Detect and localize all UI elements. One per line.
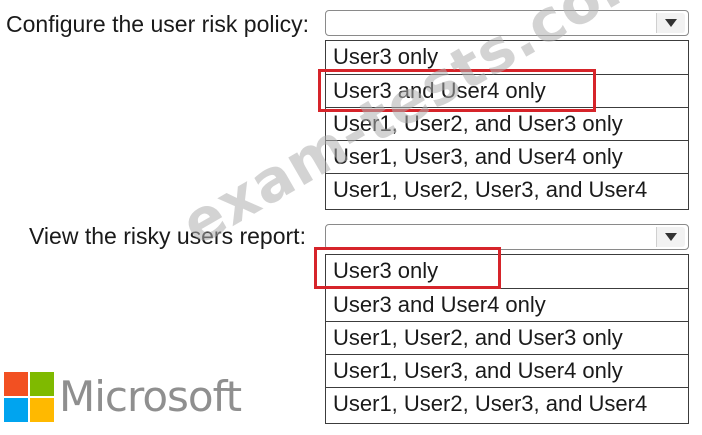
question-1-option-5[interactable]: User1, User2, User3, and User4: [326, 173, 688, 206]
logo-square-blue: [4, 398, 28, 422]
question-2-dropdown[interactable]: [325, 224, 689, 250]
microsoft-wordmark: Microsoft: [59, 372, 242, 421]
question-1-option-2[interactable]: User3 and User4 only: [326, 74, 688, 107]
question-2-label: View the risky users report:: [29, 223, 306, 249]
question-2-option-3[interactable]: User1, User2, and User3 only: [326, 321, 688, 354]
chevron-down-icon[interactable]: [656, 13, 685, 33]
logo-square-yellow: [30, 398, 54, 422]
question-2-option-2[interactable]: User3 and User4 only: [326, 288, 688, 321]
question-1-option-1[interactable]: User3 only: [326, 41, 688, 74]
logo-square-red: [4, 372, 28, 396]
question-2-option-1[interactable]: User3 only: [326, 255, 688, 288]
logo-square-green: [30, 372, 54, 396]
question-2-option-5[interactable]: User1, User2, User3, and User4: [326, 387, 688, 420]
question-1-option-3[interactable]: User1, User2, and User3 only: [326, 107, 688, 140]
question-2-option-4[interactable]: User1, User3, and User4 only: [326, 354, 688, 387]
question-2-option-list: User3 only User3 and User4 only User1, U…: [325, 254, 689, 424]
question-1-dropdown[interactable]: [325, 10, 689, 36]
question-1-label: Configure the user risk policy:: [6, 11, 309, 37]
question-1-option-4[interactable]: User1, User3, and User4 only: [326, 140, 688, 173]
question-1-option-list: User3 only User3 and User4 only User1, U…: [325, 40, 689, 210]
chevron-down-icon[interactable]: [656, 227, 685, 247]
microsoft-logo-icon: [4, 372, 54, 422]
answer-area: Configure the user risk policy: User3 on…: [0, 0, 702, 435]
